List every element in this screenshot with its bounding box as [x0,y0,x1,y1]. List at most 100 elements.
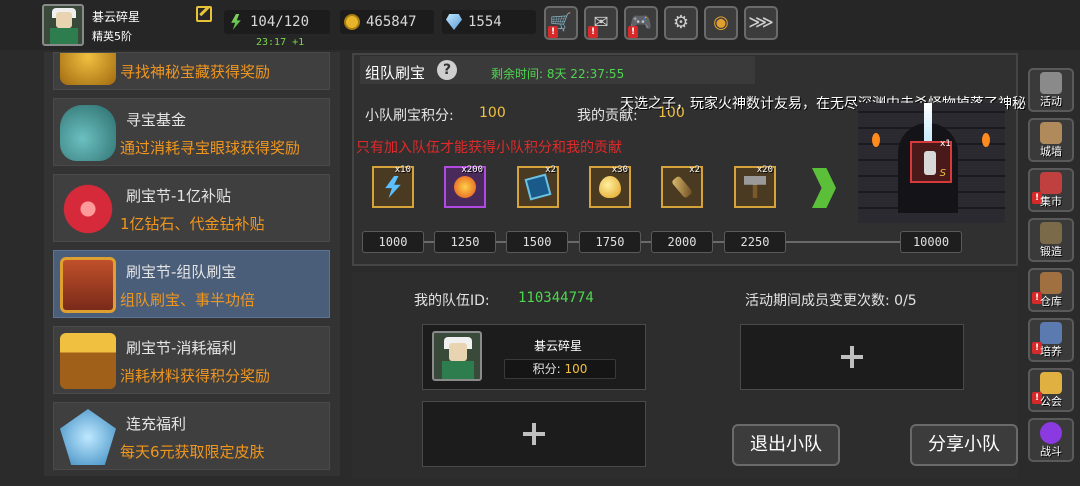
sidebar-item-battle[interactable]: 战斗 [1028,418,1074,462]
milestone-label: 2250 [724,231,786,253]
mail-button[interactable]: ✉ ! [584,6,618,40]
anvil-icon [1040,222,1062,244]
tier-label: S [939,168,946,179]
sidebar-label: 集市 [1040,195,1062,208]
broadcast-banner: 天选之子，玩家火神数计友易，在无尽深渊中击杀怪物掉落了神秘 [620,96,1026,112]
shop-button[interactable]: 🛒 ! [544,6,578,40]
alert-badge: ! [588,26,598,38]
guild-icon [1040,372,1062,394]
reward-item[interactable]: x2 [661,165,703,208]
menu-item-title: 刷宝节-组队刷宝 [126,263,237,281]
gamepad-button[interactable]: 🎮 ! [624,6,658,40]
coin-value: 465847 [366,14,417,30]
reward-count: x20 [756,165,773,175]
player-rank: 精英5阶 [92,30,132,43]
settings-button[interactable]: ⚙ [664,6,698,40]
battle-icon [1040,422,1062,444]
hammer-icon [744,176,766,198]
color-wheel-button[interactable]: ◉ [704,6,738,40]
menu-item-treasure-hunt[interactable]: 寻找神秘宝藏获得奖励 [53,52,330,90]
sidebar-item-forge[interactable]: 锻造 [1028,218,1074,262]
sidebar-item-training[interactable]: ! 培养 [1028,318,1074,362]
edit-name-icon[interactable] [196,6,212,22]
warehouse-icon [1040,272,1062,294]
member-points-value: 100 [564,362,588,376]
reward-count: x2 [545,165,556,175]
member-slot-empty[interactable] [740,324,964,390]
reward-count: x2 [689,165,700,175]
reward-item[interactable]: x2 [517,165,559,208]
potion-icon [924,151,936,175]
member-points-label: 积分: [532,362,561,376]
menu-item-title: 刷宝节-1亿补贴 [126,187,231,205]
menu-item-desc: 1亿钻石、代金钻补贴 [120,215,265,233]
member-avatar [432,331,482,381]
join-warning: 只有加入队伍才能获得小队积分和我的贡献 [356,140,622,156]
plus-icon [841,346,863,368]
remaining-time: 剩余时间: 8天 22:37:55 [491,67,625,81]
sidebar-item-market[interactable]: ! 集市 [1028,168,1074,212]
sidebar-label: 城墙 [1040,145,1062,158]
menu-item-desc: 每天6元获取限定皮肤 [120,443,265,461]
help-icon[interactable]: ? [437,60,457,80]
member-name: 碁云碎星 [534,339,583,353]
lightning-scroll-icon [385,176,401,198]
coin-counter: 465847 [340,10,434,34]
reward-count: x30 [611,165,628,175]
menu-item-recharge-bonus[interactable]: 连充福利 每天6元获取限定皮肤 [53,402,330,470]
reward-count: x10 [394,165,411,175]
sidebar-item-guild[interactable]: ! 公会 [1028,368,1074,412]
reward-item[interactable]: x200 [444,165,486,208]
sidebar-item-warehouse[interactable]: ! 仓库 [1028,268,1074,312]
treasure-icon [60,53,116,85]
alert-badge: ! [548,26,558,38]
energy-counter: 104/120 [224,10,330,34]
helmet-icon [1040,72,1062,94]
menu-item-team-hunt[interactable]: 刷宝节-组队刷宝 组队刷宝、事半功倍 [53,250,330,318]
gem-icon [446,14,462,30]
menu-item-treasure-fund[interactable]: 寻宝基金 通过消耗寻宝眼球获得奖励 [53,98,330,166]
leave-team-button[interactable]: 退出小队 [732,424,840,466]
golden-egg-icon [599,176,621,198]
share-team-button[interactable]: 分享小队 [910,424,1018,466]
energy-value: 104/120 [250,14,310,30]
money-bag-icon [60,105,116,161]
menu-item-desc: 组队刷宝、事半功倍 [120,291,256,309]
team-id-label: 我的队伍ID: [414,293,490,309]
team-points-label: 小队刷宝积分: [365,108,454,124]
spellbook-icon [524,173,552,201]
reward-item[interactable]: x20 [734,165,776,208]
sidebar-label: 活动 [1040,95,1062,108]
open-chest-icon [60,333,116,389]
alert-badge: ! [628,26,638,38]
menu-item-desc: 通过消耗寻宝眼球获得奖励 [120,139,301,157]
player-avatar[interactable] [42,4,84,46]
reward-item[interactable]: x10 [372,165,414,208]
milestone-label: 2000 [651,231,713,253]
member-slot-empty[interactable] [422,401,646,467]
color-wheel-icon: ◉ [713,12,729,33]
milestone-label: 1750 [579,231,641,253]
gear-icon: ⚙ [672,12,690,33]
sidebar-item-wall[interactable]: 城墙 [1028,118,1074,162]
team-id-value: 110344774 [518,290,594,306]
menu-item-title: 连充福利 [126,415,187,433]
menu-item-title: 刷宝节-消耗福利 [126,339,237,357]
sidebar-item-activity[interactable]: 活动 [1028,68,1074,112]
treasure-chest-icon [60,257,116,313]
reward-item[interactable]: x30 [589,165,631,208]
menu-item-subsidy[interactable]: 刷宝节-1亿补贴 1亿钻石、代金钻补贴 [53,174,330,242]
wings-button[interactable]: ⋙ [744,6,778,40]
gem-value: 1554 [468,14,502,30]
training-icon [1040,322,1062,344]
wings-icon: ⋙ [748,12,774,33]
energy-timer: 23:17 +1 [256,37,305,48]
reward-count: x1 [939,139,951,149]
final-reward-item[interactable]: x1 S [910,139,952,183]
castle-wall-icon [1040,122,1062,144]
menu-item-desc: 消耗材料获得积分奖励 [120,367,271,385]
menu-item-consume-bonus[interactable]: 刷宝节-消耗福利 消耗材料获得积分奖励 [53,326,330,394]
sidebar-label: 公会 [1040,395,1062,408]
milestone-label-final: 10000 [900,231,962,253]
sidebar-label: 仓库 [1040,295,1062,308]
